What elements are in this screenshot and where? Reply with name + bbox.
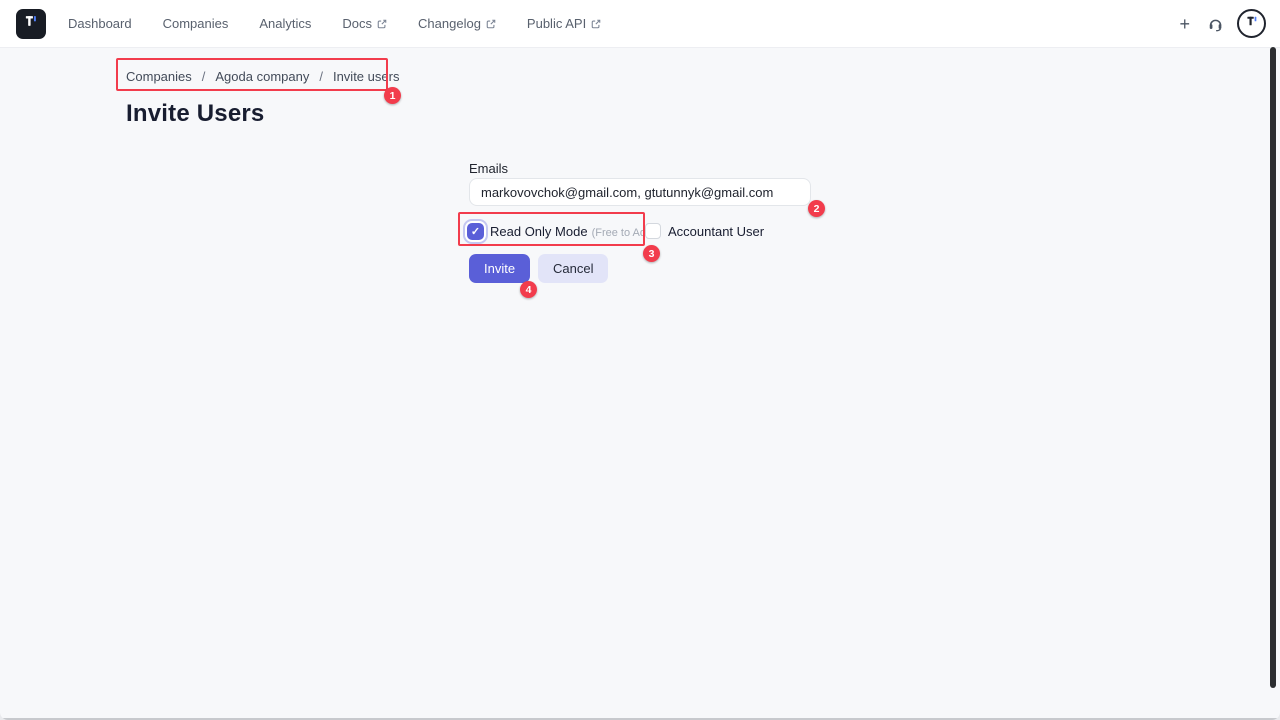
cancel-button[interactable]: Cancel [538, 254, 609, 283]
checkmark-icon: ✓ [470, 226, 481, 238]
breadcrumb-companies[interactable]: Companies [126, 69, 192, 84]
add-button[interactable]: + [1175, 13, 1194, 35]
page-title: Invite Users [126, 100, 265, 127]
external-link-icon [377, 19, 387, 29]
brand-logo[interactable] [16, 8, 46, 39]
breadcrumb-separator: / [319, 69, 323, 84]
annotation-badge-4: 4 [520, 281, 537, 298]
read-only-mode-label: Read Only Mode (Free to Add) [490, 224, 656, 239]
nav-right-actions: + [1175, 9, 1266, 38]
emails-input[interactable] [469, 178, 811, 206]
annotation-badge-1: 1 [384, 87, 401, 104]
brand-t-icon [22, 12, 40, 35]
support-headset-icon[interactable] [1207, 15, 1224, 32]
nav-item-public-api[interactable]: Public API [527, 16, 601, 31]
nav-item-companies[interactable]: Companies [163, 16, 229, 31]
read-only-mode-checkbox[interactable]: ✓ [467, 223, 484, 240]
breadcrumb: Companies / Agoda company / Invite users [126, 69, 399, 84]
accountant-user-label: Accountant User [668, 224, 765, 239]
nav-menu: Dashboard Companies Analytics Docs Chang… [68, 16, 601, 31]
account-avatar[interactable] [1237, 9, 1266, 38]
breadcrumb-invite-users[interactable]: Invite users [333, 69, 399, 84]
top-nav: Dashboard Companies Analytics Docs Chang… [0, 0, 1280, 48]
annotation-badge-2: 2 [808, 200, 825, 217]
app-window: Dashboard Companies Analytics Docs Chang… [0, 0, 1280, 720]
external-link-icon [486, 19, 496, 29]
annotation-badge-3: 3 [643, 245, 660, 262]
nav-item-docs[interactable]: Docs [342, 16, 387, 31]
accountant-user-checkbox[interactable] [645, 223, 661, 239]
invite-button[interactable]: Invite [469, 254, 531, 283]
nav-item-dashboard[interactable]: Dashboard [68, 16, 132, 31]
avatar-t-icon [1244, 13, 1260, 34]
nav-item-analytics[interactable]: Analytics [259, 16, 311, 31]
emails-label: Emails [469, 161, 509, 176]
breadcrumb-separator: / [201, 69, 206, 84]
nav-item-changelog[interactable]: Changelog [418, 16, 496, 31]
breadcrumb-agoda-company[interactable]: Agoda company [215, 69, 309, 84]
scrollbar[interactable] [1270, 47, 1276, 688]
external-link-icon [591, 19, 601, 29]
